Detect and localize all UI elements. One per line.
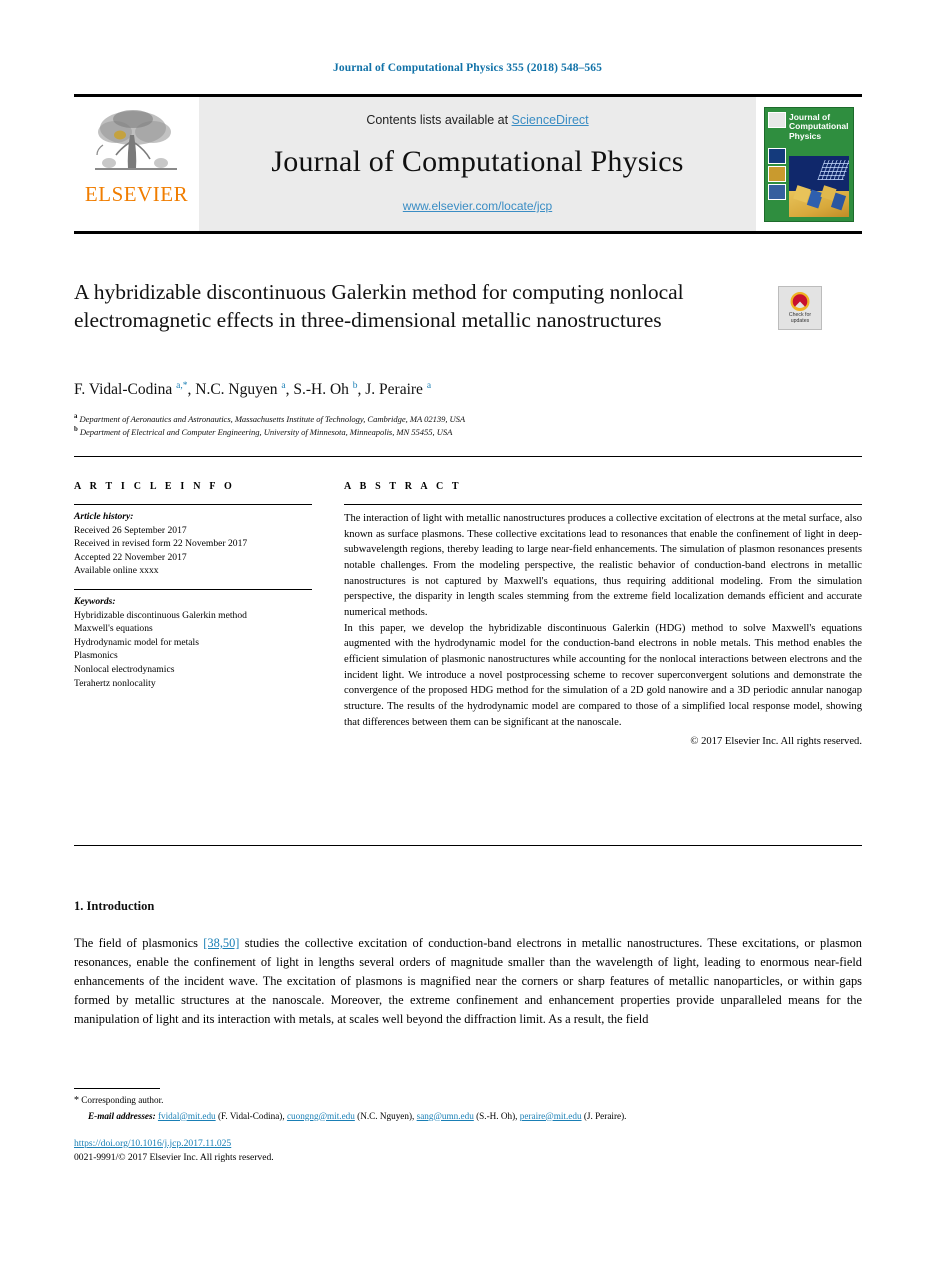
article-info-heading: A R T I C L E I N F O [74,481,235,492]
email-addresses-line: E-mail addresses: fvidal@mit.edu (F. Vid… [88,1110,627,1121]
abstract-column: The interaction of light with metallic n… [344,504,862,750]
corresponding-author-line: * Corresponding author. [74,1093,862,1109]
keyword-item: Terahertz nonlocality [74,677,156,689]
email-addresses-label: E-mail addresses: [88,1110,156,1121]
abstract-paragraph-1: The interaction of light with metallic n… [344,513,862,619]
email-owner-3: (S.-H. Oh) [476,1110,516,1121]
crossmark-label: Check for updates [789,312,811,325]
cover-art-mesh [817,159,849,180]
corresponding-author-text: Corresponding author. [81,1095,164,1105]
doi-link[interactable]: https://doi.org/10.1016/j.jcp.2017.11.02… [74,1138,231,1149]
email-link-4[interactable]: peraire@mit.edu [520,1111,582,1121]
crossmark-icon [790,291,810,311]
journal-cover-thumbnail: Journal of Computational Physics [764,106,854,222]
introduction-heading: 1. Introduction [74,899,155,913]
abstract-copyright: © 2017 Elsevier Inc. All rights reserved… [690,736,862,748]
divider-below-abstract [74,845,862,846]
affiliation-a: a Department of Aeronautics and Astronau… [74,413,862,424]
email-link-1[interactable]: fvidal@mit.edu [158,1111,216,1121]
article-info-column: Article history: Received 26 September 2… [74,504,312,690]
email-owner-4: (J. Peraire) [583,1110,625,1121]
keyword-item: Hydrodynamic model for metals [74,636,199,648]
article-info-rule [74,504,312,505]
keyword-item: Hybridizable discontinuous Galerkin meth… [74,609,247,621]
affiliation-b-marker: b [74,426,78,433]
asterisk-icon: * [74,1095,79,1106]
intro-text-part-1: The field of plasmonics [74,936,204,950]
keyword-item: Plasmonics [74,650,118,662]
citation-link[interactable]: [38,50] [203,936,239,950]
abstract-paragraph-2: In this paper, we develop the hybridizab… [344,622,862,728]
affiliation-b: b Department of Electrical and Computer … [74,426,862,437]
journal-title: Journal of Computational Physics [271,145,684,178]
keywords-block: Keywords: Hybridizable discontinuous Gal… [74,589,312,690]
article-history-item: Received 26 September 2017 [74,524,187,536]
affiliation-b-text: Department of Electrical and Computer En… [79,426,453,437]
divider-above-abstract [74,456,862,457]
email-link-2[interactable]: cuongng@mit.edu [287,1111,355,1121]
crossmark-badge[interactable]: Check for updates [778,286,822,330]
cover-side-chip-2 [768,165,786,182]
masthead-center: Contents lists available at ScienceDirec… [199,97,756,231]
journal-homepage-link[interactable]: www.elsevier.com/locate/jcp [403,199,552,213]
elsevier-wordmark: ELSEVIER [84,182,189,206]
footnote-divider [74,1088,160,1089]
paper-page: Journal of Computational Physics 355 (20… [0,0,935,1266]
article-history-item: Available online xxxx [74,565,159,577]
email-owner-1: (F. Vidal-Codina) [217,1110,283,1121]
keywords-rule [74,589,312,591]
doi-block: https://doi.org/10.1016/j.jcp.2017.11.02… [74,1137,862,1166]
keyword-item: Nonlocal electrodynamics [74,664,175,676]
cover-logo-chip [768,111,786,128]
journal-cover-block: Journal of Computational Physics [756,97,862,231]
journal-masthead: ELSEVIER Contents lists available at Sci… [74,94,862,234]
article-history-item: Accepted 22 November 2017 [74,551,187,563]
elsevier-logo: ELSEVIER [74,97,199,231]
abstract-heading: A B S T R A C T [344,481,462,492]
article-history-item: Received in revised form 22 November 201… [74,538,248,550]
keywords-label: Keywords: [74,596,116,608]
elsevier-tree-icon [94,110,177,170]
article-history-label: Article history: [74,511,134,522]
author-list: F. Vidal-Codina a,*, N.C. Nguyen a, S.-H… [74,381,432,399]
title-area: A hybridizable discontinuous Galerkin me… [74,278,862,335]
footnote-block: * Corresponding author. E-mail addresses… [74,1093,862,1123]
cover-side-chip-3 [768,183,786,200]
issn-copyright-line: 0021-9991/© 2017 Elsevier Inc. All right… [74,1152,274,1164]
introduction-body: The field of plasmonics [38,50] studies … [74,934,862,1029]
keyword-item: Maxwell's equations [74,623,153,635]
cover-title-text: Journal of Computational Physics [789,111,849,141]
paper-title: A hybridizable discontinuous Galerkin me… [74,280,684,333]
email-link-3[interactable]: sang@umn.edu [417,1111,474,1121]
cover-side-chip-1 [768,147,786,164]
abstract-rule [344,504,862,505]
crossmark-label-line2: updates [790,318,810,324]
running-head: Journal of Computational Physics 355 (20… [333,62,602,74]
cover-artwork [789,155,849,217]
email-owner-2: (N.C. Nguyen) [357,1110,413,1121]
sciencedirect-link[interactable]: ScienceDirect [512,113,589,127]
contents-prefix: Contents lists available at [366,113,512,127]
contents-available-line: Contents lists available at ScienceDirec… [366,113,588,127]
affiliation-a-marker: a [74,413,78,420]
crossmark-label-line1: Check for [788,311,812,318]
affiliation-a-text: Department of Aeronautics and Astronauti… [79,413,466,424]
